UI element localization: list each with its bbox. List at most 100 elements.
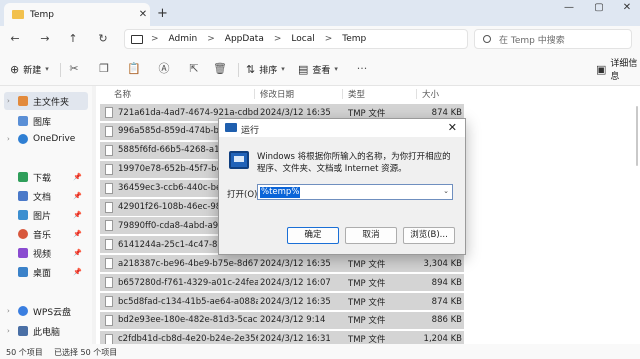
- computer-icon: [131, 34, 143, 44]
- breadcrumb-local[interactable]: Local: [291, 34, 314, 44]
- rename-icon[interactable]: Ⓐ: [156, 61, 172, 77]
- new-label: 新建: [23, 65, 42, 76]
- search-placeholder: 在 Temp 中搜索: [499, 35, 565, 46]
- table-row[interactable]: b657280d-f761-4329-a01c-24fea59fa...2024…: [100, 274, 464, 292]
- sidebar-item-label: 音乐: [33, 230, 52, 241]
- item-count: 50 个项目: [6, 348, 43, 357]
- file-type: TMP 文件: [348, 259, 386, 270]
- file-icon: [105, 258, 113, 270]
- command-bar: ⊕ 新建 ▾ ✂ ❐ 📋 Ⓐ ⇱ 🗑 ⇅ 排序 ▾ ▤ 查看 ▾ ··· ▣ 详…: [0, 52, 640, 86]
- open-input[interactable]: %temp% ⌄: [257, 184, 453, 200]
- dialog-close-icon[interactable]: ✕: [448, 121, 457, 134]
- column-divider[interactable]: [342, 89, 343, 99]
- file-icon: [105, 125, 113, 137]
- tab-temp[interactable]: Temp ✕: [4, 3, 150, 26]
- dialog-message: Windows 将根据你所输入的名称，为你打开相应的程序、文件夹、文档或 Int…: [257, 152, 451, 174]
- expand-icon[interactable]: ›: [7, 135, 10, 143]
- dialog-title: 运行: [241, 126, 260, 136]
- table-row[interactable]: bc5d8fad-c134-41b5-ae64-a088a95b...2024/…: [100, 293, 464, 310]
- expand-icon[interactable]: ›: [7, 307, 10, 315]
- paste-icon[interactable]: 📋: [126, 61, 142, 77]
- browse-button[interactable]: 浏览(B)...: [403, 227, 455, 244]
- sidebar-item-gallery[interactable]: 图库: [4, 112, 88, 130]
- breadcrumb-appdata[interactable]: AppData: [225, 34, 264, 44]
- file-type: TMP 文件: [348, 297, 386, 308]
- divider: [238, 63, 239, 77]
- expand-icon[interactable]: ›: [7, 327, 10, 335]
- sidebar-item-desktop[interactable]: 桌面 📌: [4, 263, 88, 281]
- more-options-icon[interactable]: ···: [354, 61, 370, 77]
- search-input[interactable]: 在 Temp 中搜索: [474, 29, 632, 49]
- file-size: 874 KB: [431, 107, 462, 118]
- up-icon[interactable]: ↑: [64, 30, 82, 48]
- file-icon: [105, 201, 113, 213]
- sidebar-item-onedrive[interactable]: › OneDrive: [4, 130, 88, 148]
- file-icon: [105, 163, 113, 175]
- copy-icon[interactable]: ❐: [96, 61, 112, 77]
- column-divider[interactable]: [416, 89, 417, 99]
- sidebar-item-music[interactable]: 音乐 📌: [4, 225, 88, 243]
- sidebar-item-videos[interactable]: 视频 📌: [4, 244, 88, 262]
- breadcrumb-temp[interactable]: Temp: [342, 34, 366, 44]
- maximize-button[interactable]: ▢: [590, 2, 608, 13]
- address-bar[interactable]: > Admin > AppData > Local > Temp: [124, 29, 468, 49]
- ok-button[interactable]: 确定: [287, 227, 339, 244]
- file-icon: [105, 277, 113, 289]
- file-icon: [105, 182, 113, 194]
- pin-icon: 📌: [73, 211, 82, 219]
- chevron-down-icon[interactable]: ⌄: [443, 187, 449, 195]
- desktop-icon: [18, 267, 28, 277]
- details-button[interactable]: ▣ 详细信息: [596, 59, 640, 82]
- breadcrumb: > Admin > AppData > Local > Temp: [151, 34, 366, 44]
- new-button[interactable]: ⊕ 新建 ▾: [10, 60, 49, 78]
- column-header-type[interactable]: 类型: [348, 88, 365, 100]
- delete-icon[interactable]: 🗑: [212, 61, 228, 77]
- file-name: bc5d8fad-c134-41b5-ae64-a088a95b...: [118, 296, 258, 307]
- sidebar-item-label: 文档: [33, 192, 52, 203]
- sidebar-item-downloads[interactable]: 下载 📌: [4, 168, 88, 186]
- view-button[interactable]: ▤ 查看 ▾: [298, 60, 338, 78]
- table-row[interactable]: a218387c-be96-4be9-b75e-8d67fda9...2024/…: [100, 255, 464, 273]
- file-date: 2024/3/12 16:35: [260, 258, 331, 269]
- chevron-down-icon: ▾: [45, 65, 49, 73]
- window-close-button[interactable]: ✕: [618, 2, 636, 13]
- tab-close-icon[interactable]: ✕: [136, 9, 150, 20]
- table-row[interactable]: bd2e93ee-180e-482e-81d3-5cacbb4...2024/3…: [100, 311, 464, 329]
- refresh-icon[interactable]: ↻: [94, 30, 112, 48]
- column-header-name[interactable]: 名称: [114, 88, 131, 100]
- sidebar-item-pictures[interactable]: 图片 📌: [4, 206, 88, 224]
- gallery-icon: [18, 116, 28, 126]
- open-input-value[interactable]: %temp%: [260, 187, 301, 198]
- file-name: a218387c-be96-4be9-b75e-8d67fda9...: [118, 258, 258, 269]
- forward-icon[interactable]: →: [36, 30, 54, 48]
- folder-icon: [12, 10, 24, 19]
- sidebar-item-label: 图片: [33, 211, 52, 222]
- cut-icon[interactable]: ✂: [66, 61, 82, 77]
- cancel-button[interactable]: 取消: [345, 227, 397, 244]
- selection-count: 已选择 50 个项目: [54, 348, 118, 357]
- scrollbar[interactable]: [636, 106, 638, 166]
- file-icon: [105, 296, 113, 307]
- sort-button[interactable]: ⇅ 排序 ▾: [246, 60, 285, 78]
- column-divider[interactable]: [254, 89, 255, 99]
- view-icon: ▤: [298, 62, 309, 76]
- breadcrumb-separator: >: [324, 34, 333, 44]
- column-header-size[interactable]: 大小: [422, 88, 439, 100]
- sidebar-item-wps-cloud[interactable]: › WPS云盘: [4, 302, 88, 320]
- expand-icon[interactable]: ›: [7, 97, 10, 105]
- sidebar-item-documents[interactable]: 文档 📌: [4, 187, 88, 205]
- back-icon[interactable]: ←: [6, 30, 24, 48]
- minimize-button[interactable]: —: [560, 2, 578, 13]
- share-icon[interactable]: ⇱: [186, 61, 202, 77]
- music-icon: [18, 229, 28, 239]
- new-tab-button[interactable]: +: [157, 6, 168, 21]
- column-header-date[interactable]: 修改日期: [260, 88, 294, 100]
- sidebar-item-home[interactable]: › 主文件夹: [4, 92, 88, 110]
- sidebar-item-label: OneDrive: [33, 134, 76, 144]
- sidebar-item-this-pc[interactable]: › 此电脑: [4, 322, 88, 340]
- breadcrumb-admin[interactable]: Admin: [169, 34, 198, 44]
- download-icon: [18, 172, 28, 182]
- breadcrumb-separator: >: [151, 34, 159, 44]
- dialog-title-bar[interactable]: 运行 ✕: [219, 119, 465, 137]
- address-row: ← → ↑ ↻ > Admin > AppData > Local > Temp…: [0, 26, 640, 52]
